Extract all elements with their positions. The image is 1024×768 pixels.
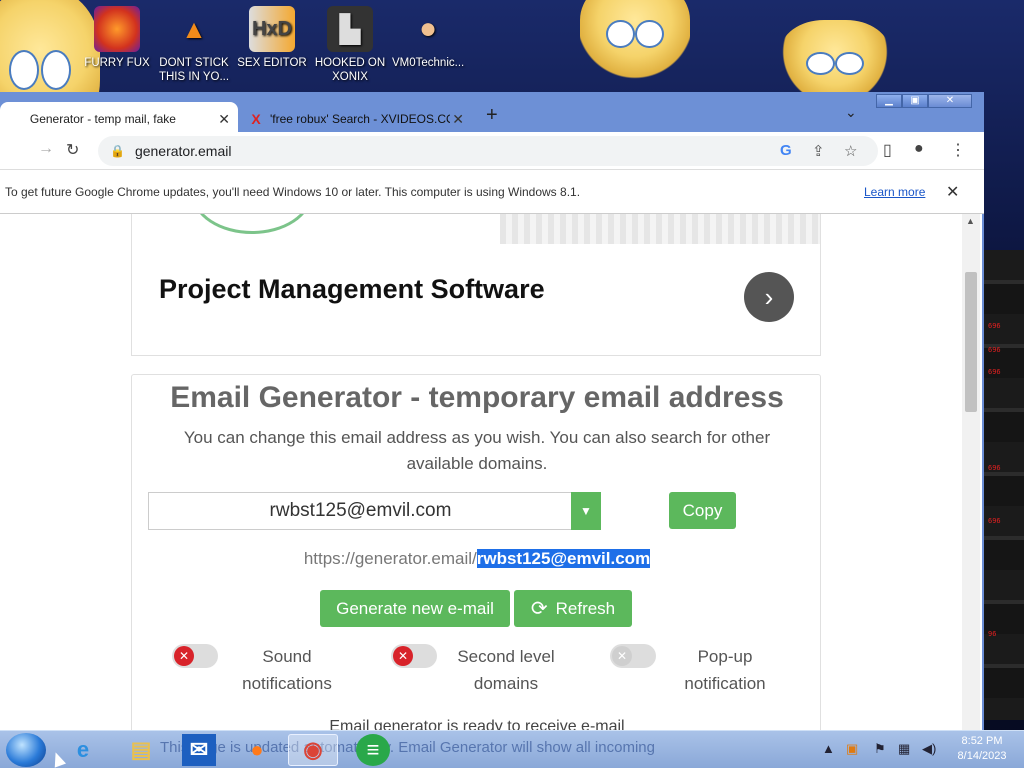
address-bar[interactable]: 🔒 generator.email: [98, 136, 878, 166]
toggle-disabled-icon: ✕: [612, 646, 632, 666]
sound-notifications-label: Sound notifications: [242, 647, 332, 693]
toggle-off-icon: ✕: [174, 646, 194, 666]
action-center-flag-icon[interactable]: ⚑: [874, 741, 886, 757]
maximize-button[interactable]: ▣: [902, 94, 928, 108]
domain-dropdown-chevron-icon[interactable]: ▼: [571, 492, 601, 530]
game-icon: ▙: [327, 6, 373, 52]
page-viewport: Project Management Software › Email Gene…: [0, 214, 962, 732]
generate-new-email-button[interactable]: Generate new e-mail: [320, 590, 510, 627]
chrome-window: Generator - temp mail, fake ✕ X 'free ro…: [0, 92, 984, 732]
cartoon-character-center: [580, 0, 690, 80]
page-text-behind-taskbar: This page is updated automatically. Emai…: [160, 739, 655, 756]
sound-notifications-toggle[interactable]: ✕: [172, 644, 218, 668]
hxd-icon: HxD: [249, 6, 295, 52]
second-level-domains-toggle[interactable]: ✕: [391, 644, 437, 668]
selected-email-text[interactable]: rwbst125@emvil.com: [476, 549, 651, 568]
toggle-off-icon: ✕: [393, 646, 413, 666]
start-button[interactable]: [6, 733, 46, 767]
update-infobar: To get future Google Chrome updates, you…: [0, 170, 984, 214]
forward-arrow-icon[interactable]: →: [38, 140, 54, 158]
mailbox-url[interactable]: https://generator.email/rwbst125@emvil.c…: [132, 549, 822, 569]
cartoon-character-right: [780, 20, 890, 100]
popup-notification-toggle[interactable]: ✕: [610, 644, 656, 668]
scrollbar-thumb[interactable]: [965, 272, 977, 412]
notes-app-icon[interactable]: ≡: [356, 734, 390, 766]
mail-icon[interactable]: ✉: [182, 734, 216, 766]
email-generator-card: Email Generator - temporary email addres…: [131, 374, 821, 732]
second-level-domains-label: Second level domains: [457, 647, 555, 693]
firefox-icon[interactable]: ●: [240, 734, 274, 766]
profile-avatar-icon[interactable]: ●: [914, 140, 924, 158]
ad-banner[interactable]: Project Management Software ›: [131, 214, 821, 356]
desktop-icon-vm0[interactable]: ● VM0Technic...: [392, 6, 464, 70]
x-favicon-icon: X: [251, 111, 261, 127]
google-icon[interactable]: G: [780, 142, 792, 159]
ad-arrow-icon[interactable]: ›: [744, 272, 794, 322]
internet-explorer-icon[interactable]: e: [66, 734, 100, 766]
tab-search-chevron-icon[interactable]: ⌄: [845, 104, 857, 121]
desktop-icon-xonix[interactable]: ▙ HOOKED ON XONIX: [314, 6, 386, 84]
page-favicon: [8, 111, 24, 127]
file-explorer-icon[interactable]: ▤: [124, 734, 158, 766]
bookmark-star-icon[interactable]: ☆: [844, 142, 857, 160]
ad-title: Project Management Software: [159, 274, 545, 304]
chrome-icon[interactable]: ◉: [288, 734, 338, 766]
taskbar: This page is updated automatically. Emai…: [0, 730, 1024, 768]
tray-expand-icon[interactable]: ▲: [822, 741, 835, 756]
vlc-icon: ▲: [181, 14, 207, 44]
page-title: Email Generator - temporary email addres…: [170, 381, 784, 414]
learn-more-link[interactable]: Learn more: [864, 185, 925, 199]
email-address-field[interactable]: rwbst125@emvil.com: [148, 492, 572, 530]
ad-image: [500, 214, 820, 244]
copy-button[interactable]: Copy: [669, 492, 736, 529]
tray-app-icon[interactable]: ▣: [846, 741, 858, 757]
window-controls: ▁ ▣ ✕: [876, 94, 972, 108]
firefox-icon: [94, 6, 140, 52]
lock-icon: 🔒: [110, 144, 125, 158]
tab-xvideos[interactable]: X 'free robux' Search - XVIDEOS.CO ✕: [240, 102, 472, 136]
reload-icon[interactable]: ↻: [66, 140, 79, 160]
close-tab-icon[interactable]: ✕: [218, 111, 230, 128]
system-clock[interactable]: 8:52 PM 8/14/2023: [944, 734, 1020, 764]
side-panel-icon[interactable]: ▯: [883, 140, 892, 160]
page-scrollbar[interactable]: ▲: [962, 214, 980, 732]
close-tab-icon[interactable]: ✕: [452, 111, 464, 128]
refresh-icon: ⟳: [530, 598, 548, 620]
scroll-up-icon[interactable]: ▲: [966, 216, 975, 226]
minimize-button[interactable]: ▁: [876, 94, 902, 108]
network-icon[interactable]: ▦: [898, 741, 910, 757]
close-infobar-icon[interactable]: ✕: [946, 182, 959, 202]
desktop-icon-hxd[interactable]: HxD SEX EDITOR: [236, 6, 308, 70]
popup-notification-label: Pop-up notification: [684, 647, 766, 693]
desktop-icon-furry-fux[interactable]: FURRY FUX: [81, 6, 153, 70]
browser-toolbar: → ↻ 🔒 generator.email G ⇪ ☆ ▯ ● ⋮: [0, 132, 984, 170]
close-window-button[interactable]: ✕: [928, 94, 972, 108]
new-tab-button[interactable]: +: [486, 104, 498, 127]
desktop-decoration-right: 696 696 696 696 696 96: [984, 250, 1024, 720]
tab-generator[interactable]: Generator - temp mail, fake ✕: [0, 102, 238, 136]
menu-kebab-icon[interactable]: ⋮: [950, 140, 966, 160]
ad-graphic: [192, 214, 312, 234]
doctor-icon: ●: [418, 12, 438, 45]
refresh-button[interactable]: ⟳ Refresh: [514, 590, 632, 627]
page-subtitle: You can change this email address as you…: [183, 428, 771, 473]
volume-icon[interactable]: ◀): [922, 741, 936, 757]
share-icon[interactable]: ⇪: [812, 142, 825, 160]
desktop-icon-vlc[interactable]: ▲ DONT STICK THIS IN YO...: [158, 6, 230, 84]
